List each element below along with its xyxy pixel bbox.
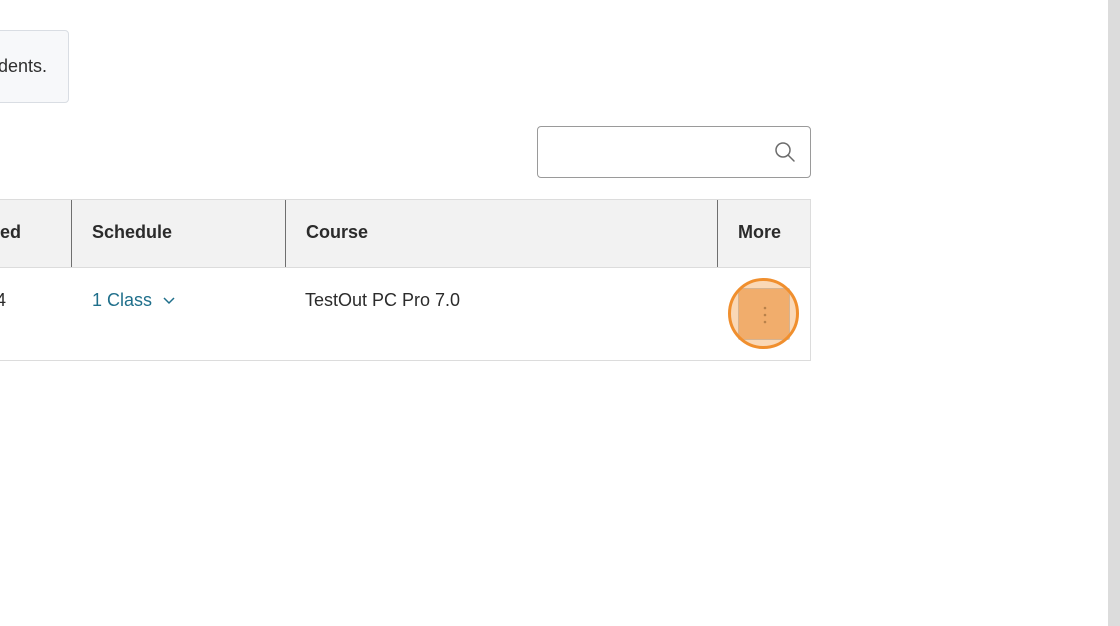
row-truncated-cell: 4: [0, 290, 7, 310]
table-header: ed Schedule Course More: [0, 200, 810, 268]
chevron-down-icon: [163, 296, 175, 304]
search-box[interactable]: [537, 126, 811, 178]
column-header-truncated[interactable]: ed: [0, 200, 72, 267]
column-header-label: ed: [0, 222, 22, 242]
column-header-more: More: [718, 200, 810, 267]
column-header-schedule[interactable]: Schedule: [72, 200, 286, 267]
vertical-scrollbar[interactable]: [1108, 0, 1120, 626]
course-cell: TestOut PC Pro 7.0: [305, 290, 461, 310]
column-header-label: Course: [306, 222, 369, 242]
column-header-label: More: [738, 222, 782, 242]
classes-table: ed Schedule Course More 4 1 Class TestOu…: [0, 199, 811, 361]
notice-text: dents.: [0, 56, 47, 76]
vertical-ellipsis-icon: [763, 306, 767, 324]
more-actions-button[interactable]: [738, 288, 790, 340]
schedule-link-label: 1 Class: [92, 290, 153, 310]
search-input[interactable]: [546, 135, 770, 171]
schedule-cell: 1 Class: [92, 290, 176, 311]
info-notice: dents.: [0, 30, 69, 103]
search-icon[interactable]: [774, 141, 796, 163]
column-header-course[interactable]: Course: [286, 200, 718, 267]
schedule-dropdown-link[interactable]: 1 Class: [92, 290, 176, 311]
column-header-label: Schedule: [92, 222, 173, 242]
